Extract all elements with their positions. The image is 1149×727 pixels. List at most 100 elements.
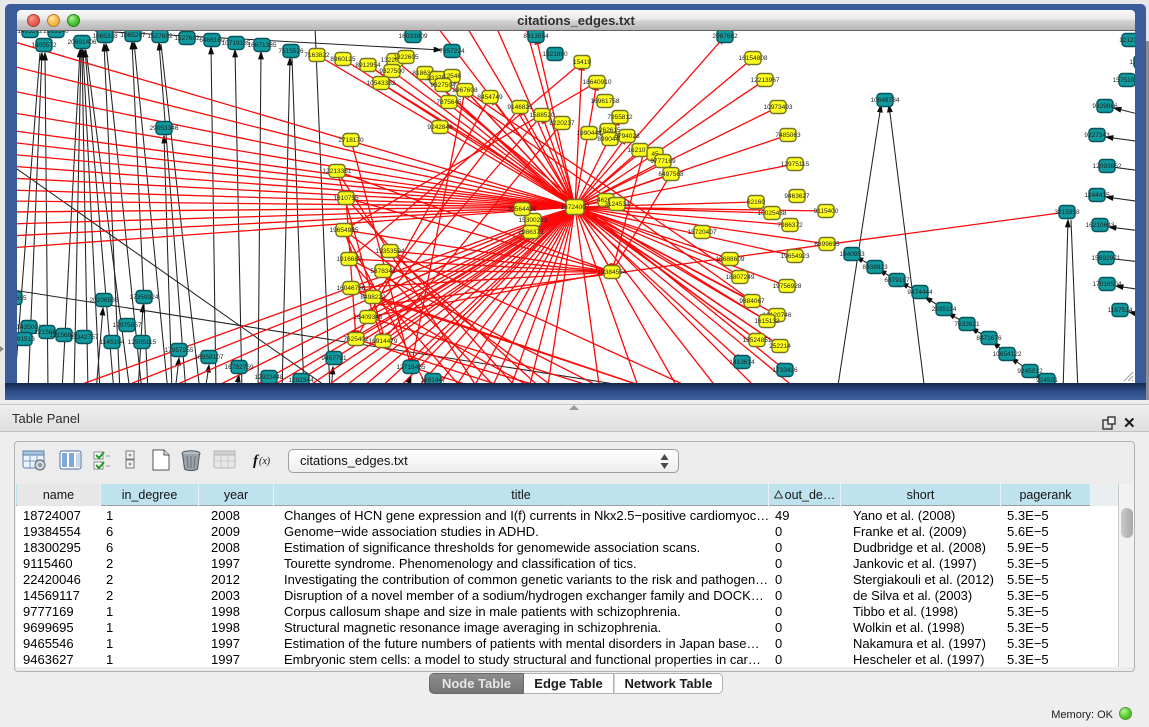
svg-text:19654985: 19654985 [330,227,359,234]
svg-text:12093852: 12093852 [1093,163,1122,170]
svg-text:1167534: 1167534 [1108,307,1133,314]
svg-text:9463627: 9463627 [784,193,810,200]
svg-text:1916682: 1916682 [336,256,362,263]
svg-text:8220237: 8220237 [549,120,575,127]
svg-text:29053346: 29053346 [150,125,179,132]
svg-text:132541: 132541 [1134,105,1135,112]
svg-text:9227343: 9227343 [1084,132,1110,139]
svg-text:1065328: 1065328 [92,33,118,40]
svg-text:(x): (x) [259,456,271,467]
svg-text:7163822: 7163822 [304,52,330,59]
svg-text:2986372: 2986372 [518,229,544,236]
svg-text:12213381: 12213381 [323,168,352,175]
svg-text:7632621: 7632621 [954,321,980,328]
svg-text:2935114: 2935114 [932,306,957,313]
svg-text:6497568: 6497568 [658,171,684,178]
svg-text:7955812: 7955812 [607,114,633,121]
svg-text:12342757: 12342757 [70,334,99,341]
svg-text:8454749: 8454749 [477,94,503,101]
svg-text:1527602: 1527602 [174,35,200,42]
svg-text:19756928: 19756928 [773,283,802,290]
svg-text:1322605: 1322605 [393,54,419,61]
svg-text:2087682: 2087682 [712,33,738,40]
svg-text:391513: 391513 [17,336,35,343]
svg-text:7515526: 7515526 [278,48,304,55]
svg-text:1691447: 1691447 [420,377,446,383]
svg-text:20206586: 20206586 [90,297,119,304]
svg-text:8498222: 8498222 [360,294,386,301]
svg-text:8960125: 8960125 [330,56,356,63]
svg-text:17957255: 17957255 [165,347,194,354]
svg-text:9777169: 9777169 [650,158,676,165]
svg-text:6794028: 6794028 [614,133,640,140]
svg-text:1615132: 1615132 [754,318,780,325]
svg-text:12213967: 12213967 [751,77,780,84]
svg-text:8813054: 8813054 [523,33,549,40]
svg-text:2967608: 2967608 [452,87,478,94]
svg-text:2626655: 2626655 [17,295,27,302]
svg-text:15720407: 15720407 [688,229,717,236]
svg-text:10025438: 10025438 [758,210,787,217]
svg-text:1588520: 1588520 [529,112,555,119]
svg-text:9457791: 9457791 [321,355,347,362]
svg-text:9245012: 9245012 [1017,368,1043,375]
svg-text:19353594: 19353594 [376,248,405,255]
svg-text:16782759: 16782759 [225,364,254,371]
svg-text:1145194: 1145194 [100,339,125,346]
svg-text:62160: 62160 [747,199,765,206]
svg-text:10654122: 10654122 [993,351,1022,358]
svg-text:10688609: 10688609 [716,256,745,263]
svg-text:2069140: 2069140 [43,31,69,35]
svg-text:19975857: 19975857 [113,322,142,329]
svg-text:1527602: 1527602 [147,33,173,40]
svg-text:16154808: 16154808 [739,55,768,62]
svg-text:15751024: 15751024 [1113,77,1135,84]
svg-text:12923448: 12923448 [255,374,284,381]
svg-text:8912954: 8912954 [355,62,381,69]
svg-text:10973493: 10973493 [764,104,793,111]
svg-text:15419: 15419 [573,59,591,66]
svg-text:17016504: 17016504 [1093,281,1122,288]
svg-text:7485063: 7485063 [775,132,801,139]
svg-text:1610755: 1610755 [333,195,359,202]
svg-text:7986372: 7986372 [777,222,803,229]
svg-text:16033809: 16033809 [399,33,428,40]
svg-text:16961758: 16961758 [591,98,620,105]
svg-text:1640953: 1640953 [839,251,865,258]
svg-text:13716465: 13716465 [397,364,426,371]
svg-text:10543382: 10543382 [367,80,396,87]
svg-text:1921890: 1921890 [542,51,568,58]
svg-text:7625402: 7625402 [343,336,369,343]
svg-text:1733426: 1733426 [772,367,798,374]
svg-text:20691406: 20691406 [68,39,97,46]
svg-text:5878342: 5878342 [370,268,396,275]
svg-text:3124534: 3124534 [604,201,630,208]
svg-text:1405572: 1405572 [31,42,57,49]
svg-text:7875645: 7875645 [436,99,462,106]
svg-text:20564436: 20564436 [508,206,537,213]
svg-text:6879197: 6879197 [884,277,910,284]
svg-text:8938923: 8938923 [862,264,888,271]
svg-text:6899695: 6899695 [814,241,840,248]
svg-text:12975115: 12975115 [781,161,810,168]
svg-text:1292344: 1292344 [288,377,314,383]
svg-text:10648784: 10648784 [871,97,900,104]
svg-text:9146821: 9146821 [507,104,533,111]
svg-text:252214: 252214 [769,343,791,350]
svg-text:19654923: 19654923 [781,253,810,260]
svg-text:1405572: 1405572 [17,31,43,35]
svg-text:17359924: 17359924 [130,294,159,301]
svg-text:9329966: 9329966 [1092,103,1118,110]
svg-text:1413614: 1413614 [729,359,755,366]
svg-text:18640910: 18640910 [583,79,612,86]
svg-text:16046798: 16046798 [337,285,366,292]
svg-text:8471676: 8471676 [976,335,1002,342]
svg-text:10958107: 10958107 [195,354,224,361]
svg-text:9474444: 9474444 [907,289,933,296]
svg-text:12505115: 12505115 [128,339,157,346]
svg-text:16409348: 16409348 [354,314,383,321]
svg-text:18807249: 18807249 [726,274,755,281]
svg-text:16914479: 16914479 [369,338,398,345]
svg-text:3215958: 3215958 [1054,209,1080,216]
svg-text:13524851: 13524851 [743,337,772,344]
